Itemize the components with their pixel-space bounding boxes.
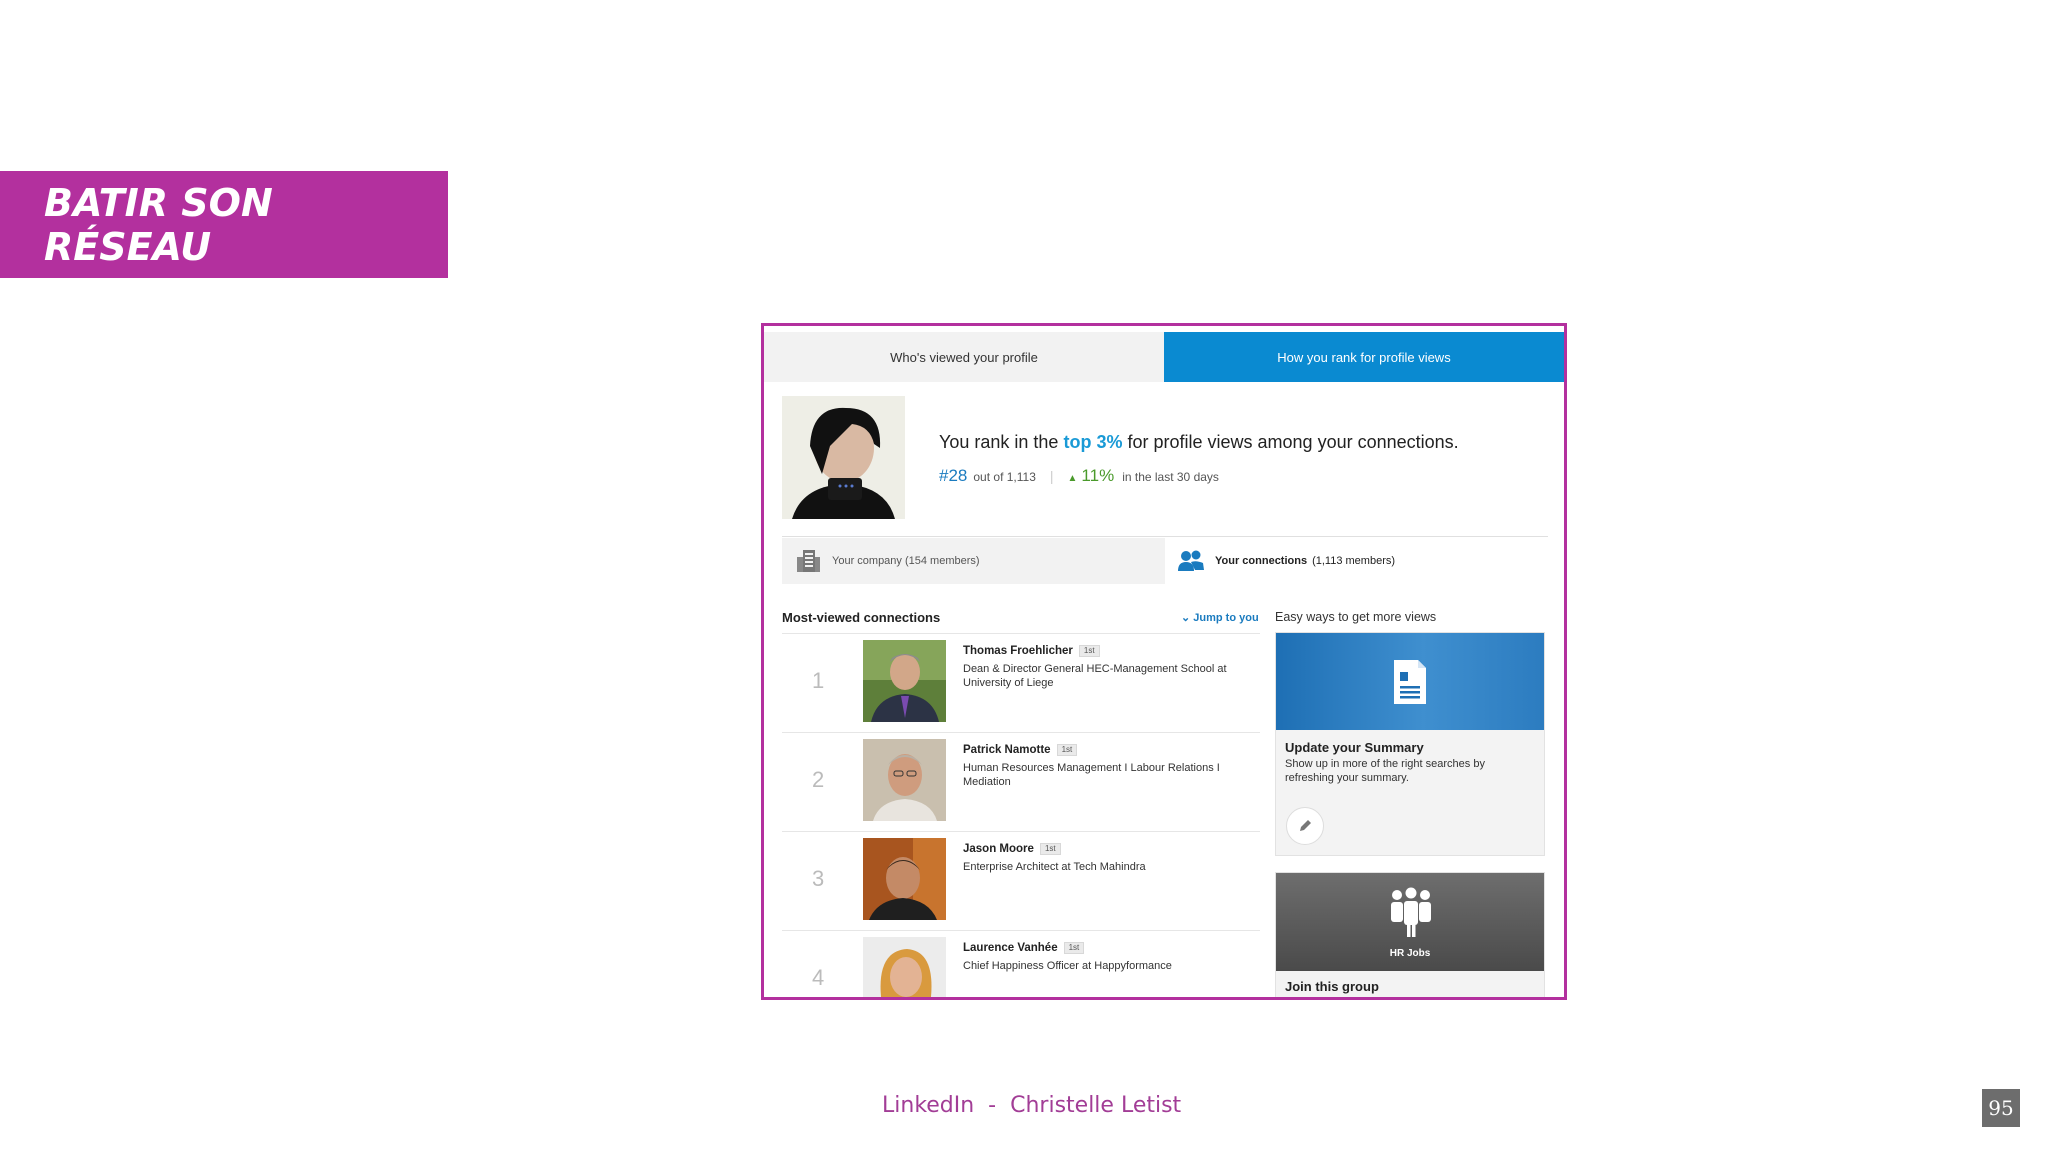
rank-stats: #28 out of 1,113 | ▲ 11% in the last 30 … (939, 466, 1219, 486)
degree-badge: 1st (1039, 843, 1061, 855)
slide-footer: LinkedIn - Christelle Letist (882, 1093, 1182, 1118)
avatar[interactable] (863, 739, 946, 821)
card-description: Show up in more of the right searches by… (1285, 758, 1485, 784)
connection-name[interactable]: Thomas Froehlicher 1st (963, 645, 1100, 657)
list-item[interactable]: 1 Thomas Froehlicher 1st Dean & Director … (782, 633, 1260, 732)
tab-whos-viewed[interactable]: Who's viewed your profile (764, 332, 1164, 382)
update-summary-card[interactable]: Update your Summary Show up in more of t… (1275, 632, 1545, 856)
slide-title-banner: BATIR SON RÉSEAU (0, 171, 448, 278)
group-people-icon (1391, 887, 1431, 937)
list-rank: 2 (812, 767, 825, 792)
connection-headline: Dean & Director General HEC-Management S… (963, 663, 1227, 689)
tips-title: Easy ways to get more views (1275, 610, 1437, 624)
connection-name-text: Patrick Namotte (963, 744, 1051, 756)
rank-position: #28 (939, 466, 968, 485)
profile-avatar (782, 396, 905, 519)
connection-name-text: Laurence Vanhée (963, 942, 1058, 954)
connection-name-text: Thomas Froehlicher (963, 645, 1073, 657)
slide-title: BATIR SON RÉSEAU (44, 180, 273, 269)
linkedin-profile-views-panel: Who's viewed your profile How you rank f… (761, 323, 1567, 1000)
list-item[interactable]: 2 Patrick Namotte 1st Human Resources Man… (782, 732, 1260, 831)
connection-name[interactable]: Laurence Vanhée 1st (963, 942, 1085, 954)
card-title[interactable]: Join this group (1285, 979, 1379, 994)
rank-change: 11% (1081, 466, 1115, 485)
rank-period: in the last 30 days (1122, 470, 1219, 484)
list-item[interactable]: 4 Laurence Vanhée 1st Chief Happiness Off… (782, 930, 1260, 997)
divider (782, 536, 1548, 537)
connection-name[interactable]: Jason Moore 1st (963, 843, 1061, 855)
pencil-icon (1300, 820, 1311, 831)
stats-separator: | (1049, 468, 1054, 484)
tab-how-you-rank[interactable]: How you rank for profile views (1164, 332, 1564, 382)
rank-summary: You rank in the top 3% for profile views… (939, 432, 1459, 453)
filter-connections-count: (1,113 members) (1312, 555, 1396, 567)
rank-prefix: You rank in the (939, 432, 1059, 452)
chevron-down-icon: ⌄ (1181, 612, 1191, 624)
up-arrow-icon: ▲ (1067, 473, 1078, 484)
card-banner: HR Jobs (1276, 873, 1544, 971)
connection-headline: Enterprise Architect at Tech Mahindra (963, 861, 1146, 873)
list-rank: 4 (812, 965, 825, 990)
join-group-card[interactable]: HR Jobs Join this group (1275, 872, 1545, 997)
tab-bar: Who's viewed your profile How you rank f… (764, 332, 1564, 382)
filter-company-label: Your company (154 members) (832, 555, 980, 567)
group-name: HR Jobs (1389, 948, 1431, 959)
edit-pencil-button[interactable] (1286, 807, 1324, 845)
list-title: Most-viewed connections (782, 610, 941, 625)
connection-name-text: Jason Moore (963, 843, 1034, 855)
jump-to-you-link[interactable]: ⌄ Jump to you (1181, 611, 1259, 624)
filter-your-connections[interactable]: Your connections (1,113 members) (1165, 538, 1548, 584)
document-icon (1394, 659, 1426, 704)
list-rank: 1 (812, 668, 825, 693)
degree-badge: 1st (1056, 744, 1078, 756)
rank-suffix: for profile views among your connections… (1127, 432, 1459, 452)
connection-headline: Chief Happiness Officer at Happyformance (963, 960, 1172, 972)
card-title: Update your Summary (1285, 740, 1424, 755)
connection-headline: Human Resources Management I Labour Rela… (963, 762, 1220, 788)
filter-your-company[interactable]: Your company (154 members) (782, 538, 1165, 584)
connection-name[interactable]: Patrick Namotte 1st (963, 744, 1078, 756)
card-banner (1276, 633, 1544, 730)
avatar[interactable] (863, 640, 946, 722)
building-icon (797, 550, 820, 572)
degree-badge: 1st (1078, 645, 1100, 657)
list-rank: 3 (812, 866, 825, 891)
avatar[interactable] (863, 838, 946, 920)
rank-highlight[interactable]: top 3% (1063, 432, 1122, 452)
most-viewed-list: 1 Thomas Froehlicher 1st Dean & Director … (782, 633, 1260, 997)
page-number: 95 (1982, 1089, 2020, 1127)
list-item[interactable]: 3 Jason Moore 1st Enterprise Architect at… (782, 831, 1260, 930)
filter-connections-label: Your connections (1215, 555, 1308, 567)
jump-label: Jump to you (1193, 612, 1259, 624)
degree-badge: 1st (1063, 942, 1085, 954)
avatar[interactable] (863, 937, 946, 997)
rank-out-of: out of 1,113 (973, 470, 1036, 484)
people-icon (1178, 550, 1204, 571)
